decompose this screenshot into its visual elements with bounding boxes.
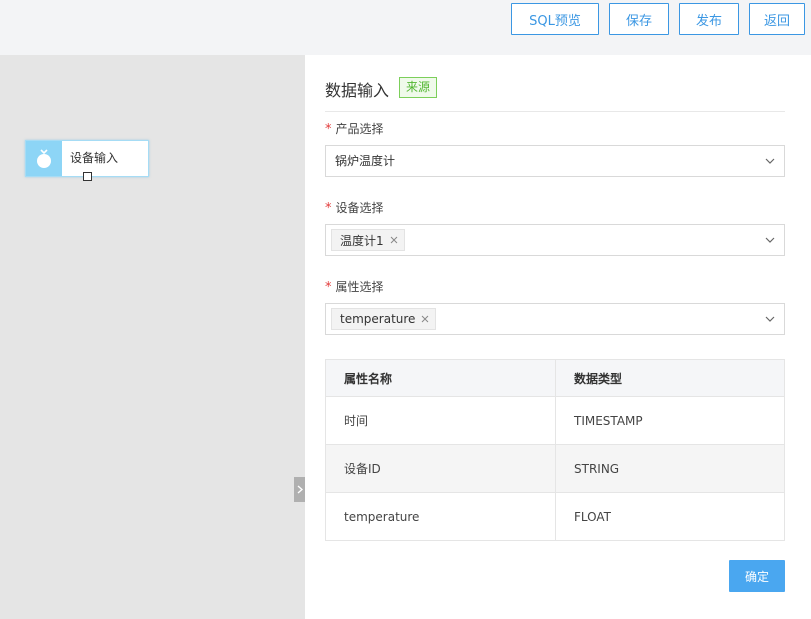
table-cell: STRING <box>555 444 785 493</box>
product-select-value: 锅炉温度计 <box>335 154 396 168</box>
sql-preview-button[interactable]: SQL预览 <box>511 3 599 35</box>
flow-canvas[interactable]: 设备输入 <box>0 55 305 619</box>
back-button[interactable]: 返回 <box>749 3 805 35</box>
column-header-data-type: 数据类型 <box>555 359 785 397</box>
product-select[interactable]: 锅炉温度计 <box>325 145 785 177</box>
panel-collapse-handle[interactable] <box>294 477 305 502</box>
divider <box>325 111 785 112</box>
table-cell: FLOAT <box>555 492 785 541</box>
attribute-table: 属性名称 数据类型 时间 TIMESTAMP 设备ID STRING tempe… <box>325 359 785 541</box>
table-cell: 时间 <box>325 396 556 445</box>
save-button[interactable]: 保存 <box>609 3 669 35</box>
chevron-right-icon <box>297 485 303 494</box>
device-input-node[interactable]: 设备输入 <box>25 140 149 181</box>
table-cell: temperature <box>325 492 556 541</box>
chevron-down-icon <box>765 146 775 176</box>
confirm-button[interactable]: 确定 <box>729 560 785 592</box>
publish-button[interactable]: 发布 <box>679 3 739 35</box>
top-toolbar: SQL预览 保存 发布 返回 <box>0 0 811 55</box>
device-node-icon <box>26 141 62 176</box>
attribute-chip: temperature <box>331 308 437 330</box>
table-row: 设备ID STRING <box>325 444 785 493</box>
chevron-down-icon <box>765 225 775 255</box>
attribute-label: * 属性选择 <box>325 280 384 295</box>
table-cell: TIMESTAMP <box>555 396 785 445</box>
panel-title: 数据输入 <box>325 81 390 100</box>
device-chip: 温度计1 <box>331 229 405 251</box>
required-mark: * <box>325 280 332 295</box>
table-cell: 设备ID <box>325 444 556 493</box>
source-tag: 来源 <box>399 77 438 98</box>
node-label: 设备输入 <box>70 151 119 165</box>
table-header-row: 属性名称 数据类型 <box>325 359 785 397</box>
attribute-select[interactable]: temperature <box>325 303 785 335</box>
product-label: * 产品选择 <box>325 122 384 137</box>
node-output-port[interactable] <box>83 172 92 181</box>
close-icon[interactable] <box>390 236 398 244</box>
table-row: 时间 TIMESTAMP <box>325 396 785 445</box>
table-row: temperature FLOAT <box>325 492 785 541</box>
column-header-attribute-name: 属性名称 <box>325 359 556 397</box>
close-icon[interactable] <box>421 315 429 323</box>
required-mark: * <box>325 201 332 216</box>
device-label: * 设备选择 <box>325 201 384 216</box>
device-select[interactable]: 温度计1 <box>325 224 785 256</box>
chevron-down-icon <box>765 304 775 334</box>
config-panel: 数据输入 来源 * 产品选择 锅炉温度计 * 设备选择 温度计1 * 属性选择 tem… <box>305 55 811 619</box>
required-mark: * <box>325 122 332 137</box>
